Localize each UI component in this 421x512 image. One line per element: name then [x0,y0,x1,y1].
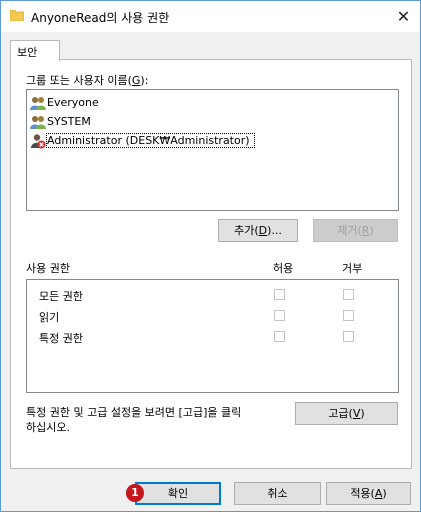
tab-security[interactable]: 보안 [10,40,60,61]
permissions-list: 모든 권한 읽기 특정 권한 [26,279,399,393]
apply-button[interactable]: 적용(A) [326,482,411,505]
users-group-icon [30,116,46,129]
groups-label: 그룹 또는 사용자 이름(G): [26,74,149,87]
tab-security-label: 보안 [17,46,38,59]
allow-checkbox[interactable] [274,310,285,321]
permission-name: 특정 권한 [39,332,83,345]
user-error-icon [31,134,46,149]
permissions-dialog: AnyoneRead의 사용 권한 ✕ 보안 그룹 또는 사용자 이름(G): … [0,0,421,512]
list-item[interactable]: SYSTEM [27,113,396,131]
close-button[interactable]: ✕ [387,1,420,32]
ok-button[interactable]: 확인 [135,482,221,505]
deny-checkbox[interactable] [343,310,354,321]
remove-button[interactable]: 제거(R) [313,219,398,242]
permissions-header: 사용 권한 [26,262,70,275]
permission-name: 모든 권한 [39,290,83,303]
step-badge: 1 [126,484,144,502]
allow-checkbox[interactable] [274,289,285,300]
close-icon: ✕ [396,7,411,26]
window-title: AnyoneRead의 사용 권한 [31,11,170,25]
advanced-button[interactable]: 고급(V) [295,402,398,425]
users-group-icon [30,97,46,110]
title-bar[interactable]: AnyoneRead의 사용 권한 ✕ [1,1,420,32]
list-item-label: SYSTEM [47,115,91,128]
allow-checkbox[interactable] [274,331,285,342]
add-button[interactable]: 추가(D)... [218,219,298,242]
cancel-button[interactable]: 취소 [234,482,321,505]
advanced-note-line2: 하십시오. [26,421,70,434]
group-user-list[interactable]: Everyone SYSTEM Administrator (DESK₩Admi… [26,89,399,211]
permission-name: 읽기 [39,311,60,324]
folder-icon [10,10,24,21]
deny-checkbox[interactable] [343,331,354,342]
list-item-label: Everyone [47,96,99,109]
list-item[interactable]: Administrator (DESK₩Administrator) [27,132,396,150]
list-item-label: Administrator (DESK₩Administrator) [46,133,255,148]
allow-column-header: 허용 [273,262,294,275]
deny-column-header: 거부 [342,262,363,275]
advanced-note-line1: 특정 권한 및 고급 설정을 보려면 [고급]을 클릭 [26,406,242,419]
list-item[interactable]: Everyone [27,94,396,112]
deny-checkbox[interactable] [343,289,354,300]
security-panel: 그룹 또는 사용자 이름(G): Everyone SYSTEM Adminis… [10,59,412,469]
